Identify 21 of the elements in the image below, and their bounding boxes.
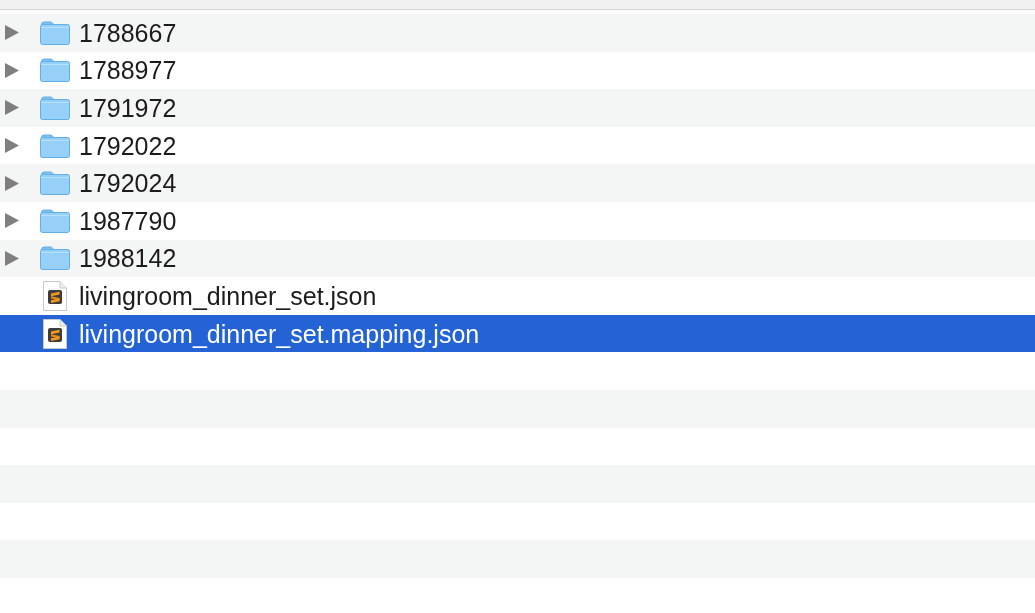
disclosure-triangle-icon[interactable] (5, 175, 19, 191)
disclosure-triangle-icon[interactable] (5, 25, 19, 41)
disclosure-triangle-icon[interactable] (5, 250, 19, 266)
disclosure-triangle-icon[interactable] (5, 62, 19, 78)
folder-icon (40, 246, 70, 271)
disclosure-triangle-icon[interactable] (5, 213, 19, 229)
disclosure-triangle-icon[interactable] (5, 138, 19, 154)
folder-icon (40, 96, 70, 120)
file-row[interactable]: livingroom_dinner_set.mapping.json (0, 314, 1035, 353)
folder-icon (40, 171, 70, 196)
folder-icon (40, 208, 70, 233)
folder-row[interactable]: 1792024 (0, 164, 1035, 202)
folder-icon (40, 133, 70, 158)
folder-row[interactable]: 1791972 (0, 89, 1035, 127)
folder-icon (40, 58, 70, 83)
document-icon (43, 318, 67, 349)
document-icon (43, 280, 67, 311)
disclosure-triangle-icon[interactable] (5, 100, 19, 116)
folder-row[interactable]: 1788667 (0, 14, 1035, 52)
folder-row[interactable]: 1988142 (0, 239, 1035, 278)
folder-icon (40, 20, 70, 45)
